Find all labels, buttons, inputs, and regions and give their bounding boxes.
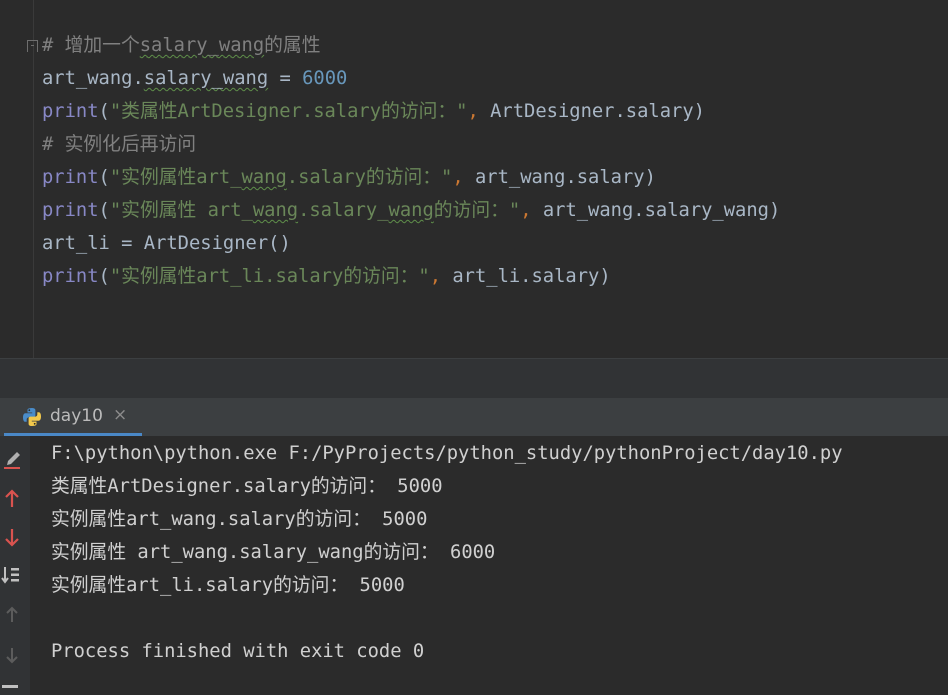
code-token: ,: [429, 266, 453, 287]
fold-marker-icon[interactable]: [27, 40, 38, 52]
scroll-up-icon[interactable]: [2, 604, 22, 626]
code-token: "实例属性 art_: [109, 200, 253, 221]
code-token: (: [98, 266, 110, 287]
code-token: (: [98, 200, 110, 221]
run-tab-bar: day10 ×: [0, 398, 948, 436]
code-token: ,: [467, 101, 491, 122]
code-token: art_li.salary): [452, 266, 611, 287]
code-line[interactable]: print("实例属性art_li.salary的访问：", art_li.sa…: [42, 265, 611, 289]
code-token: salary_wang: [143, 68, 269, 89]
code-line[interactable]: art_li = ArtDesigner(): [42, 232, 291, 256]
code-token: .salary的访问：": [286, 167, 453, 188]
code-token: 的属性: [264, 35, 321, 56]
console-line: 实例属性art_li.salary的访问： 5000: [51, 575, 405, 596]
code-token: art_wang.salary): [474, 167, 656, 188]
code-token: # 增加一个: [42, 35, 140, 56]
console-line: 实例属性 art_wang.salary_wang的访问： 6000: [51, 542, 496, 563]
code-token: =: [268, 68, 303, 89]
code-token: print: [42, 266, 99, 287]
console-output[interactable]: F:\python\python.exe F:/PyProjects/pytho…: [0, 436, 948, 695]
scroll-down-icon[interactable]: [2, 644, 22, 666]
code-token: print: [42, 101, 99, 122]
code-line[interactable]: print("实例属性art_wang.salary的访问：", art_wan…: [42, 166, 656, 190]
code-line[interactable]: # 实例化后再访问: [42, 133, 196, 157]
code-token: art_wang.salary_wang): [542, 200, 781, 221]
console-line: 类属性ArtDesigner.salary的访问： 5000: [51, 476, 443, 497]
code-token: 的访问：": [433, 200, 521, 221]
code-token: "实例属性art_: [109, 167, 242, 188]
code-token: 6000: [302, 68, 348, 89]
code-token: (: [98, 167, 110, 188]
code-token: art_wang.: [42, 68, 144, 89]
arrow-down-icon[interactable]: [2, 526, 22, 548]
run-tab-label: day10: [50, 406, 103, 426]
code-token: "实例属性art_li.salary的访问：": [109, 266, 430, 287]
code-token: ArtDesigner.salary): [490, 101, 705, 122]
gutter-divider: [33, 0, 34, 358]
code-token: wang: [388, 200, 434, 221]
code-editor[interactable]: # 增加一个salary_wang的属性 art_wang.salary_wang…: [0, 0, 948, 358]
console-toolbar: [0, 436, 30, 695]
pane-divider[interactable]: [0, 358, 948, 399]
code-token: "类属性ArtDesigner.salary的访问：": [109, 101, 468, 122]
console-line: Process finished with exit code 0: [51, 641, 425, 662]
code-token: art_li = ArtDesigner(): [42, 233, 291, 254]
code-token: wang: [252, 200, 299, 221]
code-token: # 实例化后再访问: [42, 134, 197, 155]
arrow-up-icon[interactable]: [2, 488, 22, 510]
code-line[interactable]: print("实例属性 art_wang.salary_wang的访问：", a…: [42, 199, 780, 223]
code-token: ,: [452, 167, 475, 188]
close-icon[interactable]: ×: [113, 405, 127, 425]
code-token: ,: [520, 200, 543, 221]
code-token: salary_wang: [139, 35, 265, 56]
code-token: (: [98, 101, 110, 122]
code-token: .salary_: [298, 200, 389, 221]
code-token: wang: [241, 167, 287, 188]
console-line: 实例属性art_wang.salary的访问： 5000: [51, 509, 428, 530]
code-token: print: [42, 200, 99, 221]
code-line[interactable]: print("类属性ArtDesigner.salary的访问：", ArtDe…: [42, 100, 705, 124]
sort-down-icon[interactable]: [0, 564, 22, 586]
python-icon: [23, 408, 41, 426]
pencil-icon[interactable]: [2, 446, 24, 470]
console-line: F:\python\python.exe F:/PyProjects/pytho…: [51, 443, 843, 464]
more-icon[interactable]: [2, 685, 18, 688]
run-tab-day10[interactable]: day10 ×: [0, 398, 142, 436]
code-token: print: [42, 167, 99, 188]
code-line[interactable]: # 增加一个salary_wang的属性: [42, 34, 320, 58]
code-line[interactable]: art_wang.salary_wang = 6000: [42, 67, 347, 91]
